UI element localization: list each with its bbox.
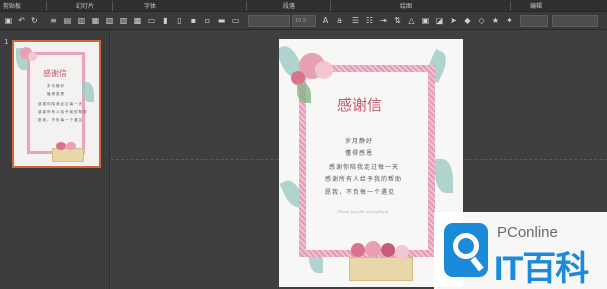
find-box[interactable] <box>520 15 548 27</box>
copy-icon[interactable]: ▦ <box>90 15 101 26</box>
group-paragraph[interactable]: 段落 <box>283 1 295 10</box>
slide-signature: Thank you for everything <box>337 209 389 214</box>
save-icon[interactable]: ▣ <box>3 15 14 26</box>
text-direction-icon[interactable]: ⇅ <box>392 15 403 26</box>
pconline-logo <box>444 223 488 277</box>
layout-icon[interactable]: ▩ <box>132 15 143 26</box>
group-drawing[interactable]: 绘图 <box>400 1 412 10</box>
group-clipboard[interactable]: 剪贴板 <box>3 1 21 10</box>
replace-box[interactable] <box>552 15 598 27</box>
new-slide-icon[interactable]: ▨ <box>118 15 129 26</box>
bullets-icon[interactable]: ☰ <box>350 15 361 26</box>
format-painter-icon[interactable]: ▧ <box>104 15 115 26</box>
slide-number: 1 <box>4 38 9 46</box>
shapes-icon[interactable]: △ <box>406 15 417 26</box>
italic-icon[interactable]: ▯ <box>174 15 185 26</box>
arrange-icon[interactable]: ▣ <box>420 15 431 26</box>
font-size-box[interactable]: 10.5 <box>292 15 316 27</box>
pointer-icon[interactable]: ➤ <box>448 15 459 26</box>
shrink-font-icon[interactable]: a <box>334 15 345 26</box>
slide-line-4[interactable]: 感谢所有人给予我的帮助 <box>325 174 402 183</box>
fill-icon[interactable]: ◆ <box>462 15 473 26</box>
shadow-icon[interactable]: ▬ <box>216 15 227 26</box>
watermark-brand: PConline <box>497 224 558 241</box>
font-name-box[interactable] <box>248 15 290 27</box>
ribbon-toolbar: ▣ ↶ ↻ ≡ ▤ ▥ ▦ ▧ ▨ ▩ ▭ ▮ ▯ ▪ ▫ ▬ ▭ 10.5 A… <box>0 12 607 30</box>
outline-icon[interactable]: ◇ <box>476 15 487 26</box>
ribbon-group-bar: 剪贴板 幻灯片 字体 段落 绘图 编辑 <box>0 0 607 12</box>
underline-icon[interactable]: ▪ <box>188 15 199 26</box>
redo-icon[interactable]: ↻ <box>29 15 40 26</box>
slide-line-1[interactable]: 岁月静好 <box>345 136 373 145</box>
align-icon[interactable]: ≡ <box>48 15 59 26</box>
presentation-app: 剪贴板 幻灯片 字体 段落 绘图 编辑 ▣ ↶ ↻ ≡ ▤ ▥ ▦ ▧ ▨ ▩ … <box>0 0 607 289</box>
slide-line-5[interactable]: 愿我，不负每一个遇见 <box>325 187 395 196</box>
quick-styles-icon[interactable]: ◪ <box>434 15 445 26</box>
indent-icon[interactable]: ⇥ <box>378 15 389 26</box>
numbering-icon[interactable]: ☷ <box>364 15 375 26</box>
cut-icon[interactable]: ▥ <box>76 15 87 26</box>
watermark-site: IT百科 <box>494 250 589 288</box>
spacing-icon[interactable]: ▭ <box>230 15 241 26</box>
grow-font-icon[interactable]: A <box>320 15 331 26</box>
slide-line-3[interactable]: 感谢你陪我走过每一天 <box>329 162 399 171</box>
slide-title[interactable]: 感谢信 <box>337 94 382 115</box>
thumb-title: 感谢信 <box>43 69 67 78</box>
bold-icon[interactable]: ▮ <box>160 15 171 26</box>
group-editing[interactable]: 编辑 <box>530 1 542 10</box>
group-font[interactable]: 字体 <box>144 1 156 10</box>
slide-thumbnail-panel: 1 感谢信 岁月静好 懂得感恩 感谢你陪我走过每一天 感谢所有人给予我的帮助 愿… <box>0 30 110 289</box>
paste-icon[interactable]: ▤ <box>62 15 73 26</box>
effects-icon[interactable]: ✦ <box>504 15 515 26</box>
pconline-watermark: PConline IT百科 <box>434 212 607 289</box>
section-icon[interactable]: ▭ <box>146 15 157 26</box>
undo-icon[interactable]: ↶ <box>16 15 27 26</box>
slide-line-2[interactable]: 懂得感恩 <box>345 148 373 157</box>
slide-thumbnail-1[interactable]: 感谢信 岁月静好 懂得感恩 感谢你陪我走过每一天 感谢所有人给予我的帮助 愿我，… <box>12 40 101 168</box>
gift-box-decoration <box>349 257 413 281</box>
group-slides[interactable]: 幻灯片 <box>76 1 94 10</box>
strike-icon[interactable]: ▫ <box>202 15 213 26</box>
star-icon[interactable]: ★ <box>490 15 501 26</box>
